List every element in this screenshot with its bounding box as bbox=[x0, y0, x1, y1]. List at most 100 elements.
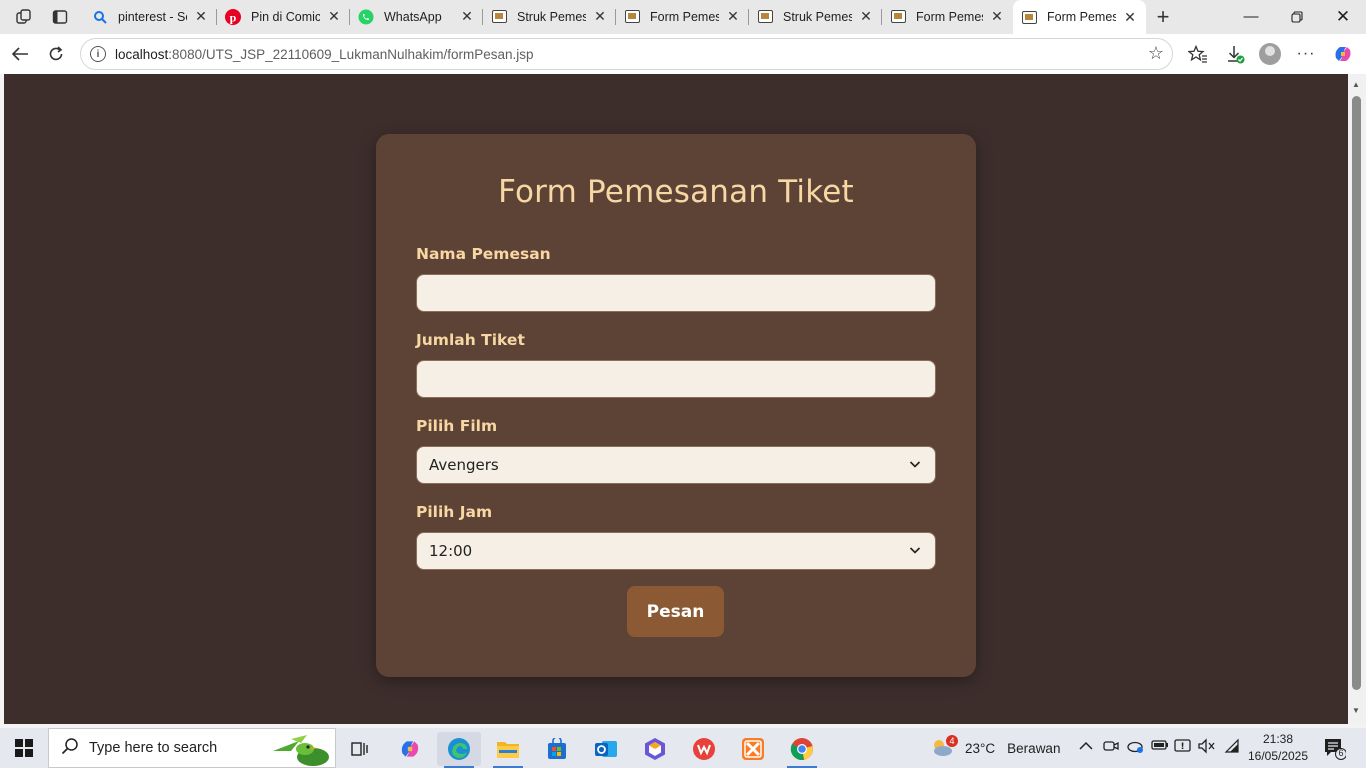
jam-label: Pilih Jam bbox=[416, 503, 493, 521]
form-title: Form Pemesanan Tiket bbox=[498, 174, 854, 210]
page-viewport: Form Pemesanan Tiket Nama Pemesan Jumlah… bbox=[4, 74, 1348, 724]
start-button[interactable] bbox=[0, 728, 48, 768]
site-info-icon[interactable]: i bbox=[90, 46, 106, 62]
copilot-icon[interactable] bbox=[1328, 40, 1358, 68]
network-warning-icon[interactable]: ! bbox=[1174, 738, 1192, 757]
profile-avatar[interactable] bbox=[1255, 40, 1285, 68]
microsoft-store-icon[interactable] bbox=[535, 732, 579, 766]
page-icon bbox=[1021, 9, 1037, 25]
page-scrollbar[interactable]: ▲ ▼ bbox=[1348, 74, 1366, 724]
minimize-icon[interactable]: — bbox=[1228, 0, 1274, 33]
tab-title: WhatsApp bbox=[384, 9, 442, 24]
close-tab-icon[interactable]: ✕ bbox=[725, 8, 741, 25]
film-label: Pilih Film bbox=[416, 417, 498, 435]
jam-select[interactable]: 12:00 bbox=[416, 532, 936, 570]
volume-muted-icon[interactable] bbox=[1197, 738, 1215, 757]
close-tab-icon[interactable]: ✕ bbox=[326, 8, 342, 25]
tab-title: Form Pemesa bbox=[1047, 10, 1116, 24]
workspaces-icon[interactable] bbox=[11, 4, 37, 30]
battery-icon[interactable] bbox=[1151, 738, 1169, 755]
tab-actions-icon[interactable] bbox=[47, 4, 73, 30]
scroll-up-icon[interactable]: ▲ bbox=[1352, 80, 1360, 89]
tab-pinterest-comic[interactable]: p Pin di Comic ✕ bbox=[217, 0, 350, 33]
new-tab-icon[interactable]: + bbox=[1150, 4, 1176, 30]
copilot-taskbar-icon[interactable] bbox=[388, 732, 432, 766]
chrome-icon[interactable] bbox=[780, 732, 824, 768]
film-select[interactable]: Avengers bbox=[416, 446, 936, 484]
close-tab-icon[interactable]: ✕ bbox=[858, 8, 874, 25]
taskbar-search[interactable]: Type here to search bbox=[48, 728, 336, 768]
edge-taskbar-icon[interactable] bbox=[437, 732, 481, 768]
page-icon bbox=[624, 9, 640, 25]
search-icon bbox=[92, 9, 108, 25]
close-tab-icon[interactable]: ✕ bbox=[459, 8, 475, 25]
scroll-down-icon[interactable]: ▼ bbox=[1352, 706, 1360, 715]
search-placeholder: Type here to search bbox=[89, 740, 218, 756]
refresh-icon[interactable] bbox=[41, 40, 71, 68]
film-selected-value: Avengers bbox=[429, 456, 499, 474]
order-form-card: Form Pemesanan Tiket Nama Pemesan Jumlah… bbox=[376, 134, 976, 677]
tab-title: Form Pemesa bbox=[650, 9, 719, 24]
windows-logo-icon bbox=[15, 739, 33, 757]
onedrive-icon[interactable] bbox=[1126, 738, 1144, 757]
tab-title: Form Pemesa bbox=[916, 9, 983, 24]
whatsapp-icon bbox=[358, 9, 374, 25]
favorite-star-icon[interactable]: ☆ bbox=[1148, 43, 1164, 64]
tab-title: Struk Pemesa bbox=[783, 9, 852, 24]
wifi-icon[interactable] bbox=[1224, 738, 1240, 757]
nama-label: Nama Pemesan bbox=[416, 245, 551, 263]
tab-whatsapp[interactable]: WhatsApp ✕ bbox=[350, 0, 483, 33]
show-hidden-icons-icon[interactable] bbox=[1079, 738, 1093, 754]
clock-date: 16/05/2025 bbox=[1247, 749, 1309, 763]
notification-center-icon[interactable]: 6 bbox=[1322, 736, 1347, 760]
downloads-icon[interactable] bbox=[1220, 40, 1250, 68]
app-hexagon-icon[interactable] bbox=[633, 732, 677, 766]
tab-title: pinterest - Se bbox=[118, 9, 187, 24]
weather-temperature: 23°C bbox=[965, 740, 996, 756]
nama-input[interactable] bbox=[416, 274, 936, 312]
tab-struk-2[interactable]: Struk Pemesa ✕ bbox=[749, 0, 882, 33]
jumlah-input[interactable] bbox=[416, 360, 936, 398]
chevron-down-icon bbox=[909, 547, 921, 554]
back-icon[interactable] bbox=[5, 40, 35, 68]
url-text[interactable]: localhost:8080/UTS_JSP_22110609_LukmanNu… bbox=[115, 47, 534, 62]
url-host: localhost bbox=[115, 46, 169, 62]
close-tab-icon[interactable]: ✕ bbox=[989, 8, 1005, 25]
page-icon bbox=[757, 9, 773, 25]
outlook-icon[interactable] bbox=[584, 732, 628, 766]
close-window-icon[interactable]: ✕ bbox=[1320, 0, 1366, 33]
close-tab-icon[interactable]: ✕ bbox=[193, 8, 209, 25]
page-icon bbox=[890, 9, 906, 25]
system-clock[interactable]: 21:38 16/05/2025 bbox=[1244, 731, 1312, 765]
weather-alert-badge: 4 bbox=[946, 735, 958, 747]
tab-form-2[interactable]: Form Pemesa ✕ bbox=[882, 0, 1013, 33]
file-explorer-icon[interactable] bbox=[486, 732, 530, 768]
wps-office-icon[interactable] bbox=[682, 732, 726, 766]
meet-now-icon[interactable] bbox=[1103, 738, 1119, 757]
favorites-icon[interactable] bbox=[1183, 40, 1213, 68]
tab-title: Pin di Comic bbox=[251, 9, 320, 24]
url-path: :8080/UTS_JSP_22110609_LukmanNulhakim/fo… bbox=[168, 46, 534, 62]
close-tab-icon[interactable]: ✕ bbox=[592, 8, 608, 25]
xampp-icon[interactable] bbox=[731, 732, 775, 766]
scroll-thumb[interactable] bbox=[1352, 96, 1361, 690]
notification-count: 6 bbox=[1338, 748, 1344, 758]
tab-form-1[interactable]: Form Pemesa ✕ bbox=[616, 0, 749, 33]
close-tab-icon[interactable]: ✕ bbox=[1122, 9, 1138, 26]
svg-text:!: ! bbox=[1180, 742, 1184, 752]
page-icon bbox=[491, 9, 507, 25]
restore-icon[interactable] bbox=[1274, 0, 1320, 33]
pinterest-icon: p bbox=[225, 8, 241, 25]
more-menu-icon[interactable]: ··· bbox=[1291, 40, 1321, 68]
pesan-submit-button[interactable]: Pesan bbox=[627, 586, 724, 637]
weather-widget[interactable]: 4 23°C Berawan bbox=[930, 728, 1060, 768]
tab-title: Struk Pemesa bbox=[517, 9, 586, 24]
tab-form-active[interactable]: Form Pemesa ✕ bbox=[1013, 0, 1146, 34]
tab-struk-1[interactable]: Struk Pemesa ✕ bbox=[483, 0, 616, 33]
address-bar[interactable]: i localhost:8080/UTS_JSP_22110609_Lukman… bbox=[80, 38, 1173, 70]
taskbar: Type here to search 4 23°C Berawan ! 21:… bbox=[0, 728, 1366, 768]
tab-strip: pinterest - Se ✕ p Pin di Comic ✕ WhatsA… bbox=[0, 0, 1366, 34]
task-view-icon[interactable] bbox=[338, 732, 382, 766]
tab-pinterest-search[interactable]: pinterest - Se ✕ bbox=[84, 0, 217, 33]
svg-text:p: p bbox=[230, 10, 237, 24]
